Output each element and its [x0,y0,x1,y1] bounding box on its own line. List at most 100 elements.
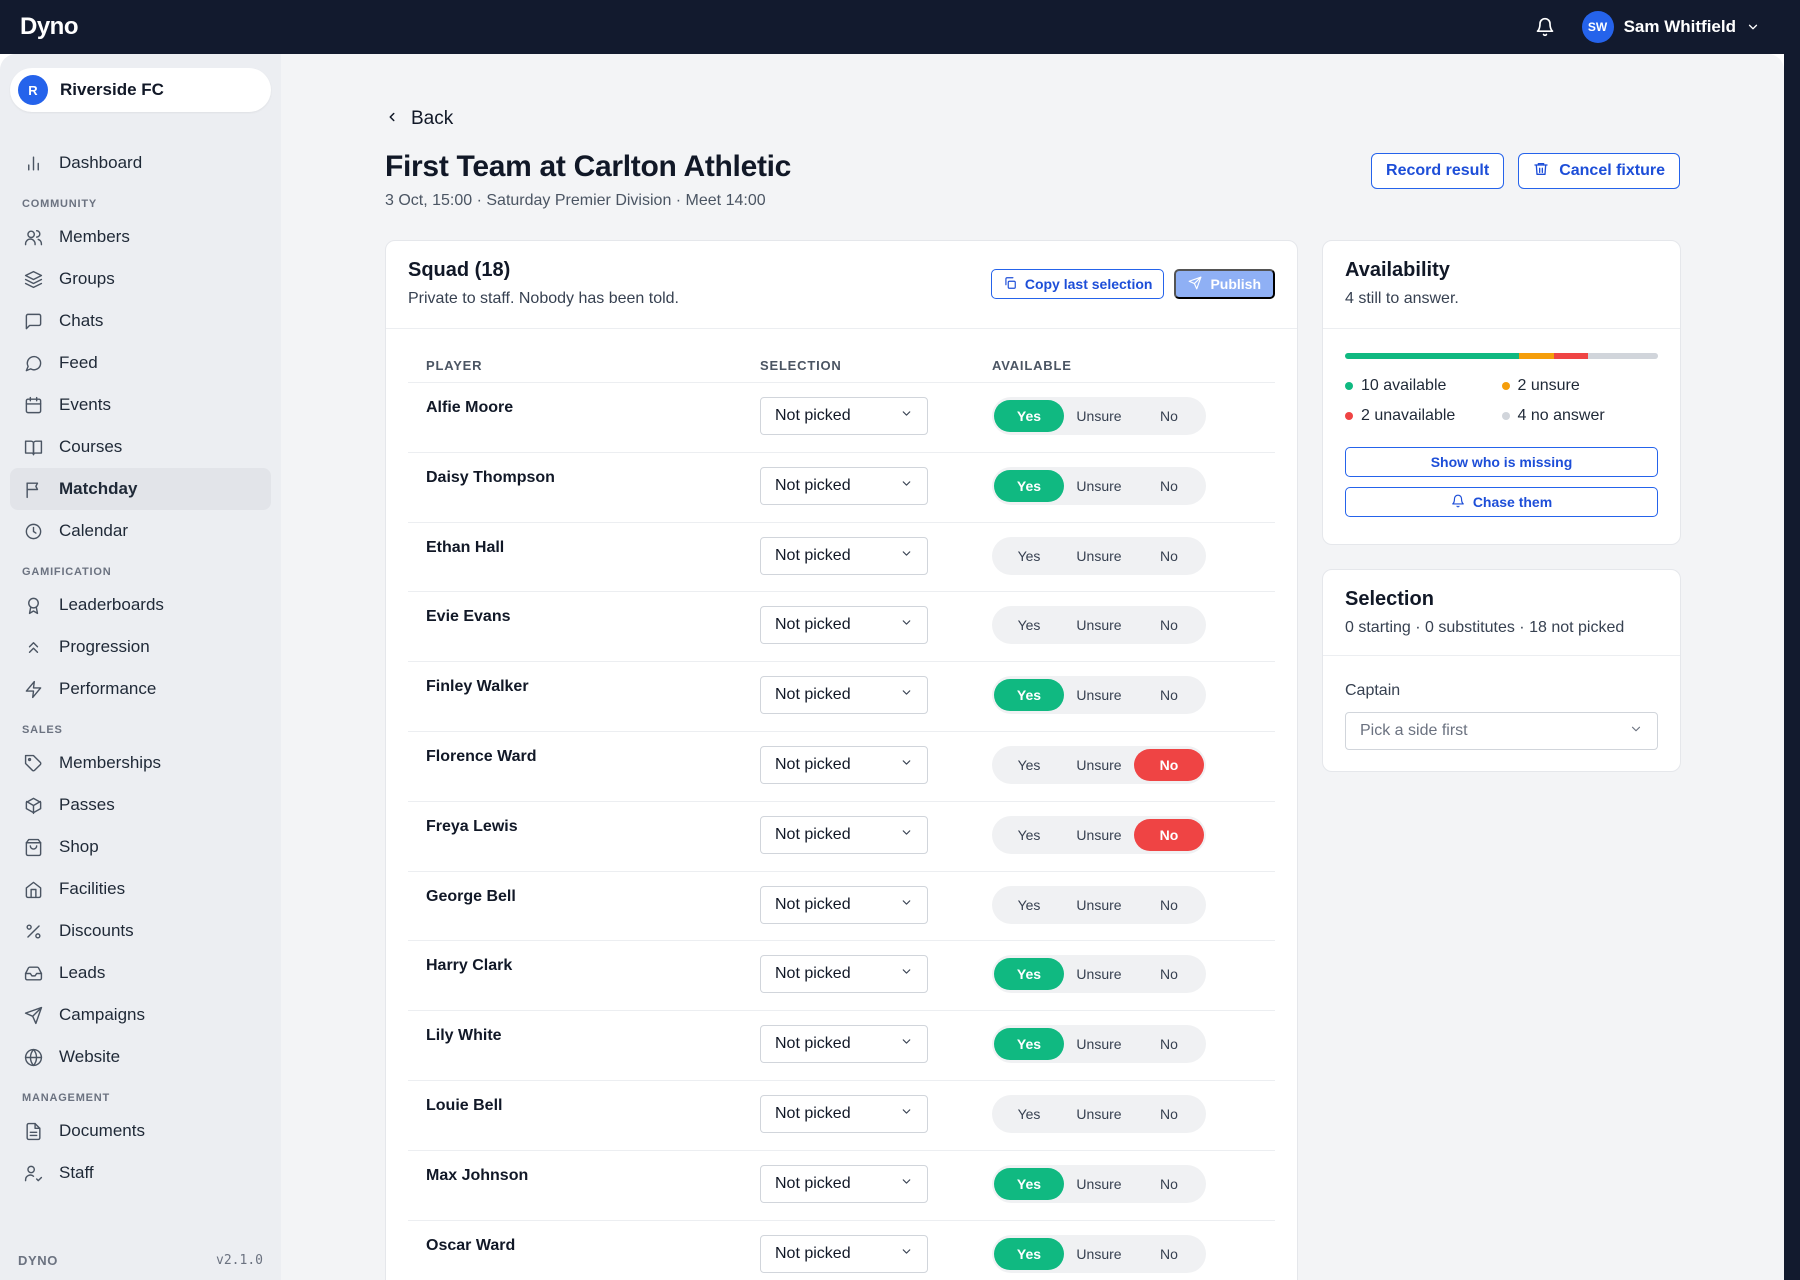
chase-them-button[interactable]: Chase them [1345,487,1658,517]
selection-select[interactable]: Not picked [760,885,928,924]
captain-select[interactable]: Pick a side first [1345,712,1658,750]
sidebar-item-website[interactable]: Website [10,1036,271,1078]
sidebar-item-feed[interactable]: Feed [10,342,271,384]
sidebar-item-leaderboards[interactable]: Leaderboards [10,584,271,626]
availability-option-unsure[interactable]: Unsure [1064,1098,1134,1130]
availability-option-no[interactable]: No [1134,400,1204,432]
sidebar-item-facilities[interactable]: Facilities [10,868,271,910]
user-menu[interactable]: SW Sam Whitfield [1581,11,1760,43]
availability-option-unsure[interactable]: Unsure [1064,819,1134,851]
selection-select[interactable]: Not picked [760,536,928,575]
org-switcher[interactable]: R Riverside FC [10,68,271,112]
selection-select[interactable]: Not picked [760,745,928,784]
availability-option-no[interactable]: No [1134,889,1204,921]
sidebar-item-courses[interactable]: Courses [10,426,271,468]
sidebar-item-members[interactable]: Members [10,216,271,258]
users-icon [23,227,43,247]
availability-option-yes[interactable]: Yes [994,1237,1064,1270]
availability-option-no[interactable]: No [1134,748,1204,781]
availability-toggle: Yes Unsure No [992,745,1206,784]
availability-option-yes[interactable]: Yes [994,958,1064,991]
availability-option-no[interactable]: No [1134,470,1204,502]
availability-header: Availability 4 still to answer. [1323,241,1680,329]
availability-option-unsure[interactable]: Unsure [1064,958,1134,990]
sidebar-item-dashboard[interactable]: Dashboard [10,142,271,184]
selection-select[interactable]: Not picked [760,1234,928,1273]
selection-select[interactable]: Not picked [760,466,928,505]
availability-option-no[interactable]: No [1134,1168,1204,1200]
back-link[interactable]: Back [385,108,453,130]
selection-select[interactable]: Not picked [760,1025,928,1064]
availability-option-unsure[interactable]: Unsure [1064,749,1134,781]
sidebar-item-campaigns[interactable]: Campaigns [10,994,271,1036]
availability-option-unsure[interactable]: Unsure [1064,540,1134,572]
layers-icon [23,269,43,289]
selection-select[interactable]: Not picked [760,815,928,854]
squad-card: Squad (18) Private to staff. Nobody has … [385,240,1298,1280]
availability-cell: Yes Unsure No [992,732,1275,784]
selection-select[interactable]: Not picked [760,1094,928,1133]
sidebar-item-leads[interactable]: Leads [10,952,271,994]
availability-option-yes[interactable]: Yes [994,400,1064,432]
availability-option-unsure[interactable]: Unsure [1064,470,1134,502]
availability-option-unsure[interactable]: Unsure [1064,1168,1134,1200]
notifications-bell-icon[interactable] [1534,16,1556,38]
selection-select[interactable]: Not picked [760,606,928,645]
cancel-fixture-button[interactable]: Cancel fixture [1518,153,1680,189]
availability-option-no[interactable]: No [1134,609,1204,641]
availability-option-no[interactable]: No [1134,1238,1204,1270]
availability-option-no[interactable]: No [1134,1098,1204,1130]
sidebar-item-passes[interactable]: Passes [10,784,271,826]
sidebar-item-progression[interactable]: Progression [10,626,271,668]
availability-option-no[interactable]: No [1134,679,1204,711]
sidebar-item-calendar[interactable]: Calendar [10,510,271,552]
selection-select[interactable]: Not picked [760,397,928,435]
sidebar-item-chats[interactable]: Chats [10,300,271,342]
selection-select[interactable]: Not picked [760,676,928,715]
record-result-button[interactable]: Record result [1371,153,1505,189]
show-missing-label: Show who is missing [1430,454,1573,470]
availability-option-yes[interactable]: Yes [994,819,1064,851]
availability-option-yes[interactable]: Yes [994,679,1064,712]
availability-option-unsure[interactable]: Unsure [1064,679,1134,711]
publish-button[interactable]: Publish [1174,269,1275,299]
availability-option-unsure[interactable]: Unsure [1064,1028,1134,1060]
show-missing-button[interactable]: Show who is missing [1345,447,1658,477]
availability-option-yes[interactable]: Yes [994,1098,1064,1130]
chevron-down-icon [900,896,913,914]
sidebar-item-events[interactable]: Events [10,384,271,426]
sidebar-item-discounts[interactable]: Discounts [10,910,271,952]
availability-option-yes[interactable]: Yes [994,609,1064,641]
availability-option-no[interactable]: No [1134,540,1204,572]
availability-option-yes[interactable]: Yes [994,1028,1064,1061]
sidebar-item-label: Shop [59,837,99,856]
sidebar-item-shop[interactable]: Shop [10,826,271,868]
selection-select[interactable]: Not picked [760,1164,928,1203]
availability-option-unsure[interactable]: Unsure [1064,1238,1134,1270]
availability-option-yes[interactable]: Yes [994,469,1064,502]
copy-last-selection-button[interactable]: Copy last selection [990,269,1165,299]
selection-value: Not picked [775,407,851,424]
availability-option-yes[interactable]: Yes [994,1167,1064,1200]
brand-logo[interactable]: Dyno [20,13,79,41]
sidebar-item-documents[interactable]: Documents [10,1110,271,1152]
availability-option-no[interactable]: No [1134,958,1204,990]
selection-select[interactable]: Not picked [760,955,928,994]
sidebar-item-staff[interactable]: Staff [10,1152,271,1194]
availability-option-yes[interactable]: Yes [994,749,1064,781]
footer-brand: DYNO [18,1253,58,1268]
sidebar-item-matchday[interactable]: Matchday [10,468,271,510]
availability-option-unsure[interactable]: Unsure [1064,889,1134,921]
availability-option-yes[interactable]: Yes [994,540,1064,572]
sidebar-item-groups[interactable]: Groups [10,258,271,300]
sidebar-item-label: Leaderboards [59,595,164,614]
availability-option-yes[interactable]: Yes [994,889,1064,921]
availability-option-unsure[interactable]: Unsure [1064,609,1134,641]
availability-option-no[interactable]: No [1134,1028,1204,1060]
user-check-icon [23,1163,43,1183]
document-icon [23,1121,43,1141]
availability-option-no[interactable]: No [1134,818,1204,851]
availability-option-unsure[interactable]: Unsure [1064,400,1134,432]
sidebar-item-performance[interactable]: Performance [10,668,271,710]
sidebar-item-memberships[interactable]: Memberships [10,742,271,784]
